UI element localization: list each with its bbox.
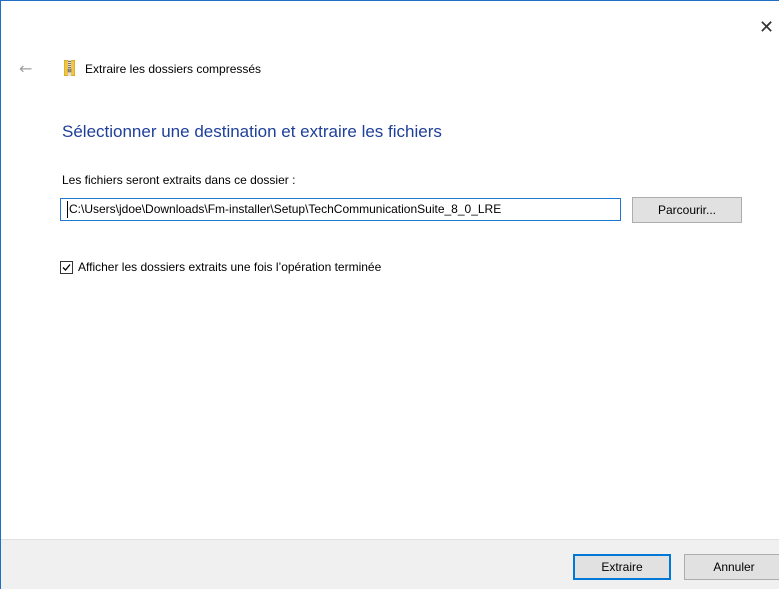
show-extracted-files-label[interactable]: Afficher les dossiers extraits une fois … <box>78 260 381 274</box>
extract-dialog: ✕ ← Extraire les dossiers compressés Sél… <box>0 0 779 589</box>
close-icon[interactable]: ✕ <box>759 19 779 43</box>
show-extracted-files-checkbox[interactable] <box>60 261 73 274</box>
text-caret <box>67 201 68 218</box>
back-arrow-icon[interactable]: ← <box>19 59 39 79</box>
zip-folder-icon <box>63 59 76 77</box>
browse-button[interactable]: Parcourir... <box>632 197 742 223</box>
destination-label: Les fichiers seront extraits dans ce dos… <box>62 173 296 187</box>
dialog-title: Extraire les dossiers compressés <box>85 62 262 76</box>
cancel-button[interactable]: Annuler <box>684 554 779 580</box>
page-heading: Sélectionner une destination et extraire… <box>62 122 442 141</box>
checkmark-icon <box>62 264 71 271</box>
destination-path-input[interactable]: C:\Users\jdoe\Downloads\Fm-installer\Set… <box>60 198 621 221</box>
extract-button[interactable]: Extraire <box>573 554 671 580</box>
